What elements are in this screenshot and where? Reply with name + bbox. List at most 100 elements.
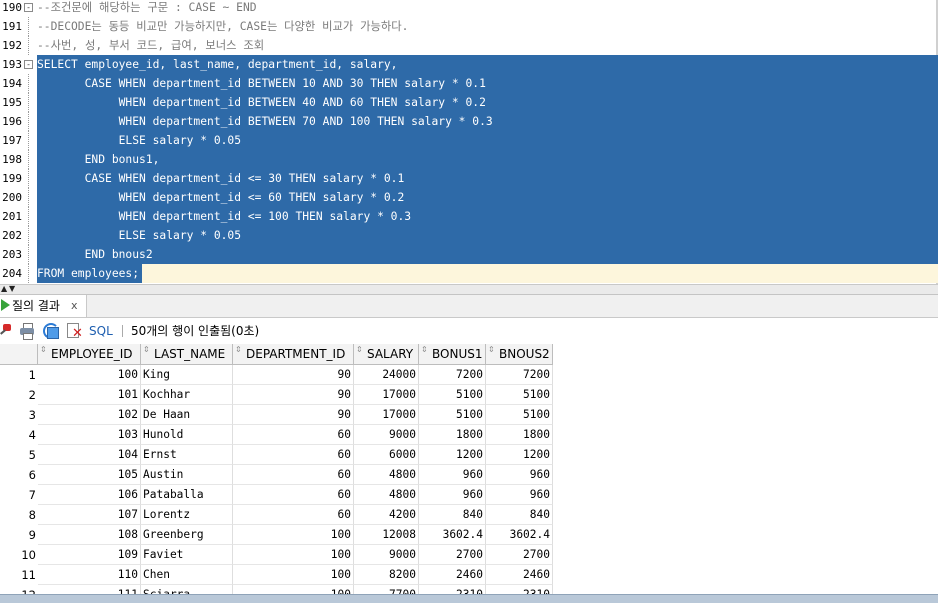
table-cell[interactable]: 960 (486, 465, 553, 485)
table-cell[interactable]: Ernst (141, 445, 233, 465)
table-cell[interactable]: 1800 (419, 425, 486, 445)
table-cell[interactable]: Pataballa (141, 485, 233, 505)
table-cell[interactable]: 90 (233, 405, 354, 425)
sort-icon[interactable]: ⇕ (356, 346, 363, 354)
sql-button[interactable]: SQL (89, 323, 113, 339)
table-cell[interactable]: 960 (486, 485, 553, 505)
table-cell[interactable]: 109 (38, 545, 141, 565)
editor-line[interactable]: 194 CASE WHEN department_id BETWEEN 10 A… (0, 74, 938, 93)
editor-line[interactable]: 203 END bnous2 (0, 245, 938, 264)
table-cell[interactable]: De Haan (141, 405, 233, 425)
table-cell[interactable]: 101 (38, 385, 141, 405)
table-cell[interactable]: 90 (233, 385, 354, 405)
table-row[interactable]: 11 110 Chen 100 8200 2460 2460 (0, 565, 553, 585)
sort-icon[interactable]: ⇕ (488, 346, 495, 354)
table-cell[interactable]: 105 (38, 465, 141, 485)
table-cell[interactable]: Hunold (141, 425, 233, 445)
table-cell[interactable]: 12008 (354, 525, 419, 545)
table-row[interactable]: 6 105 Austin 60 4800 960 960 (0, 465, 553, 485)
tab-query-result[interactable]: 질의 결과 x (0, 295, 87, 317)
table-cell[interactable]: 100 (233, 585, 354, 594)
table-cell[interactable]: 960 (419, 465, 486, 485)
editor-line[interactable]: 193- SELECT employee_id, last_name, depar… (0, 55, 938, 74)
table-row[interactable]: 4 103 Hunold 60 9000 1800 1800 (0, 425, 553, 445)
editor-line[interactable]: 196 WHEN department_id BETWEEN 70 AND 10… (0, 112, 938, 131)
table-cell[interactable]: 2460 (419, 565, 486, 585)
sort-icon[interactable]: ⇕ (235, 346, 242, 354)
table-cell[interactable]: 7200 (419, 365, 486, 385)
table-cell[interactable]: 4200 (354, 505, 419, 525)
table-cell[interactable]: 17000 (354, 405, 419, 425)
editor-line[interactable]: 199 CASE WHEN department_id <= 30 THEN s… (0, 169, 938, 188)
sql-editor[interactable]: 190- --조건문에 해당하는 구문 : CASE ~ END 191 --DECO… (0, 0, 938, 285)
column-header[interactable]: ⇕ SALARY (354, 344, 419, 365)
editor-line[interactable]: 201 WHEN department_id <= 100 THEN salar… (0, 207, 938, 226)
editor-line[interactable]: 202 ELSE salary * 0.05 (0, 226, 938, 245)
table-cell[interactable]: 2310 (486, 585, 553, 594)
table-cell[interactable]: 4800 (354, 465, 419, 485)
table-cell[interactable]: Lorentz (141, 505, 233, 525)
table-cell[interactable]: Faviet (141, 545, 233, 565)
column-header[interactable]: ⇕ BONUS1 (419, 344, 486, 365)
table-cell[interactable]: 840 (486, 505, 553, 525)
table-cell[interactable]: 9000 (354, 425, 419, 445)
table-cell[interactable]: 2700 (419, 545, 486, 565)
table-cell[interactable]: 2310 (419, 585, 486, 594)
table-cell[interactable]: 107 (38, 505, 141, 525)
sort-icon[interactable]: ⇕ (421, 346, 428, 354)
tab-close-button[interactable]: x (71, 298, 78, 314)
table-cell[interactable]: 1200 (486, 445, 553, 465)
column-header[interactable]: ⇕ BNOUS2 (486, 344, 553, 365)
table-cell[interactable]: 60 (233, 485, 354, 505)
clear-icon[interactable]: ✕ (66, 322, 83, 340)
editor-line[interactable]: 200 WHEN department_id <= 60 THEN salary… (0, 188, 938, 207)
table-row[interactable]: 9 108 Greenberg 100 12008 3602.4 3602.4 (0, 525, 553, 545)
table-cell[interactable]: 1200 (419, 445, 486, 465)
table-cell[interactable]: 3602.4 (419, 525, 486, 545)
table-row[interactable]: 5 104 Ernst 60 6000 1200 1200 (0, 445, 553, 465)
column-header[interactable]: ⇕ LAST_NAME (141, 344, 233, 365)
table-cell[interactable]: Sciarra (141, 585, 233, 594)
result-grid[interactable]: ⇕ EMPLOYEE_ID ⇕ LAST_NAME ⇕ DEPARTMENT_ID ⇕ SAL… (0, 344, 938, 594)
table-cell[interactable]: Chen (141, 565, 233, 585)
table-cell[interactable]: 2700 (486, 545, 553, 565)
table-cell[interactable]: 60 (233, 465, 354, 485)
refresh-icon[interactable] (42, 322, 60, 340)
table-cell[interactable]: 60 (233, 445, 354, 465)
print-icon[interactable] (19, 322, 35, 340)
table-cell[interactable]: 840 (419, 505, 486, 525)
table-cell[interactable]: 1800 (486, 425, 553, 445)
table-cell[interactable]: 4800 (354, 485, 419, 505)
table-cell[interactable]: 106 (38, 485, 141, 505)
table-row[interactable]: 8 107 Lorentz 60 4200 840 840 (0, 505, 553, 525)
table-cell[interactable]: 102 (38, 405, 141, 425)
table-cell[interactable]: 60 (233, 425, 354, 445)
table-cell[interactable]: 108 (38, 525, 141, 545)
table-cell[interactable]: 3602.4 (486, 525, 553, 545)
table-cell[interactable]: 5100 (419, 385, 486, 405)
pin-icon[interactable] (0, 322, 12, 340)
table-cell[interactable]: 100 (233, 525, 354, 545)
table-cell[interactable]: 17000 (354, 385, 419, 405)
editor-line[interactable]: 192 --사번, 성, 부서 코드, 급여, 보너스 조회 (0, 36, 938, 55)
table-row[interactable]: 3 102 De Haan 90 17000 5100 5100 (0, 405, 553, 425)
table-cell[interactable]: 110 (38, 565, 141, 585)
table-cell[interactable]: 7700 (354, 585, 419, 594)
table-cell[interactable]: 2460 (486, 565, 553, 585)
fold-toggle-icon[interactable]: - (24, 3, 33, 12)
column-header[interactable]: ⇕ EMPLOYEE_ID (38, 344, 141, 365)
table-row[interactable]: 1 100 King 90 24000 7200 7200 (0, 365, 553, 385)
table-cell[interactable]: King (141, 365, 233, 385)
table-cell[interactable]: Kochhar (141, 385, 233, 405)
sort-icon[interactable]: ⇕ (40, 346, 47, 354)
editor-line[interactable]: 195 WHEN department_id BETWEEN 40 AND 60… (0, 93, 938, 112)
table-cell[interactable]: 100 (38, 365, 141, 385)
table-row[interactable]: 7 106 Pataballa 60 4800 960 960 (0, 485, 553, 505)
table-cell[interactable]: 111 (38, 585, 141, 594)
editor-line[interactable]: 191 --DECODE는 동등 비교만 가능하지만, CASE는 다양한 비교가… (0, 17, 938, 36)
table-cell[interactable]: 9000 (354, 545, 419, 565)
table-cell[interactable]: 24000 (354, 365, 419, 385)
pane-splitter[interactable]: ▲ ▼ (0, 285, 938, 295)
collapse-up-icon[interactable]: ▲ (1, 285, 7, 293)
fold-toggle-icon[interactable]: - (24, 60, 33, 69)
